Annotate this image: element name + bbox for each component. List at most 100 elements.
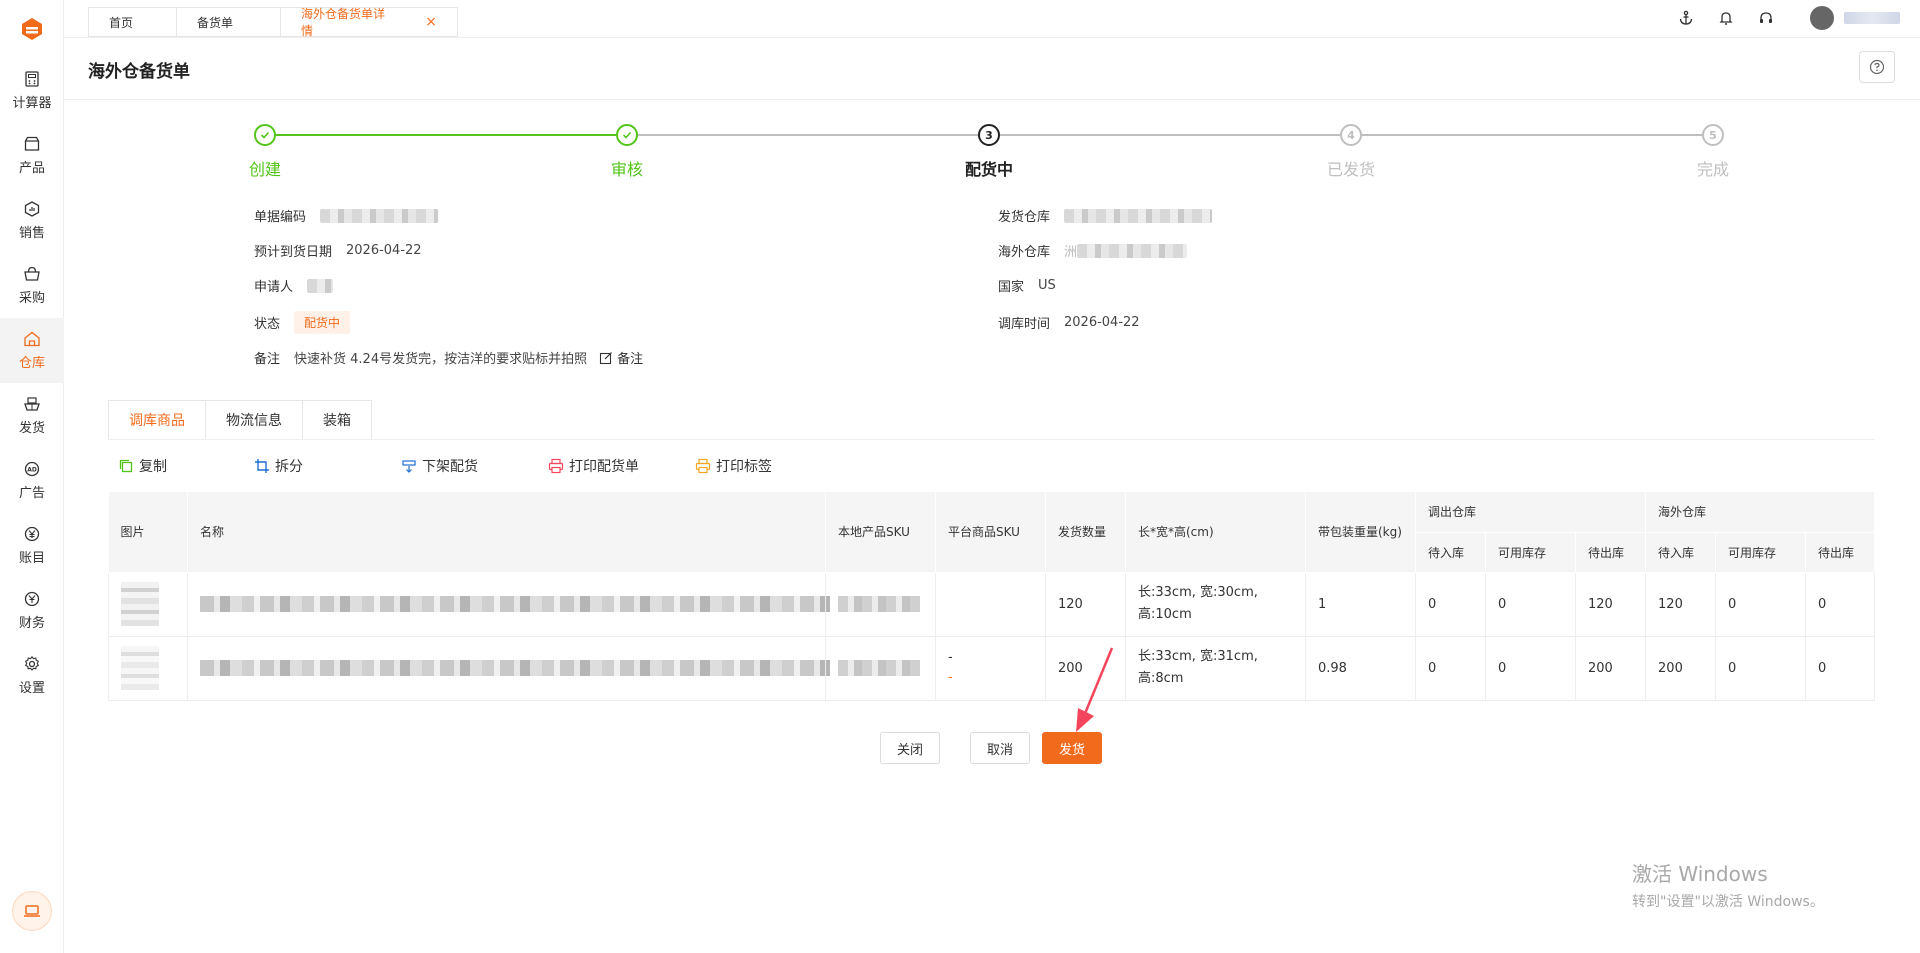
device-button[interactable] bbox=[12, 891, 52, 931]
info-country: 国家 US bbox=[998, 276, 1056, 295]
cell-weight: 1 bbox=[1305, 572, 1416, 637]
step-label-review: 审核 bbox=[610, 160, 643, 179]
step-connector bbox=[276, 134, 616, 136]
watermark-title: 激活 Windows bbox=[1632, 862, 1768, 886]
print-label-button[interactable]: 打印标签 bbox=[695, 456, 772, 476]
sidebar-item-5[interactable]: 发货 bbox=[0, 383, 64, 448]
step-connector bbox=[1000, 134, 1340, 136]
top-actions bbox=[1656, 6, 1900, 30]
step-5-number: 5 bbox=[1702, 124, 1724, 146]
logo-icon bbox=[22, 18, 42, 40]
info-label: 单据编码 bbox=[254, 210, 307, 225]
platform-sku-value: - bbox=[948, 650, 953, 665]
dims-line: 长:33cm, 宽:30cm, bbox=[1138, 585, 1258, 600]
overseas-warehouse-redacted bbox=[1077, 243, 1188, 258]
sidebar-item-3[interactable]: 采购 bbox=[0, 253, 64, 318]
edit-remark-label: 备注 bbox=[617, 352, 644, 367]
sidebar-item-label: 账目 bbox=[18, 551, 45, 566]
unshelve-allocate-label: 下架配货 bbox=[422, 459, 478, 475]
progress-steps: 3 4 5 创建 审核 配货中 已发货 完成 bbox=[249, 122, 1729, 182]
col-platform-sku: 平台商品SKU bbox=[935, 492, 1046, 573]
product-thumbnail[interactable] bbox=[121, 582, 159, 626]
col-name: 名称 bbox=[187, 492, 826, 573]
sidebar-item-2[interactable]: 销售 bbox=[0, 188, 64, 253]
info-label: 备注 bbox=[254, 352, 281, 367]
sidebar-item-label: 发货 bbox=[18, 421, 45, 436]
dims-line: 高:10cm bbox=[1138, 607, 1192, 622]
print-allocation-label: 打印配货单 bbox=[569, 459, 639, 475]
printer-icon bbox=[695, 458, 711, 474]
col-group-overseas: 海外仓库 bbox=[1645, 492, 1876, 533]
local-sku-redacted bbox=[838, 596, 920, 612]
cell-src-pending-in: 0 bbox=[1415, 636, 1486, 701]
tab-overseas-order-detail[interactable]: 海外仓备货单详情 × bbox=[280, 7, 458, 38]
ship-button[interactable]: 发货 bbox=[1042, 732, 1102, 764]
bell-icon[interactable] bbox=[1716, 8, 1736, 28]
logo[interactable] bbox=[0, 0, 64, 58]
info-source-warehouse: 发货仓库 bbox=[998, 206, 1213, 225]
box-icon bbox=[24, 136, 40, 151]
cell-qty: 120 bbox=[1045, 572, 1126, 637]
col-qty: 发货数量 bbox=[1045, 492, 1126, 573]
table-row[interactable]: - - 200 长:33cm, 宽:31cm, 高:8cm 0.98 0 0 2… bbox=[108, 636, 1876, 701]
sidebar-item-7[interactable]: 账目 bbox=[0, 513, 64, 578]
close-button[interactable]: 关闭 bbox=[880, 732, 940, 764]
watermark-subtitle: 转到"设置"以激活 Windows。 bbox=[1632, 894, 1824, 910]
tab-home[interactable]: 首页 bbox=[88, 7, 176, 37]
items-table: 图片 名称 本地产品SKU 平台商品SKU 发货数量 长*宽*高(cm) 带包装… bbox=[108, 492, 1876, 701]
tab-stock-order[interactable]: 备货单 bbox=[176, 7, 280, 37]
close-icon[interactable]: × bbox=[425, 14, 437, 30]
tab-packing[interactable]: 装箱 bbox=[302, 400, 372, 440]
help-button[interactable] bbox=[1859, 51, 1895, 83]
info-label: 预计到货日期 bbox=[254, 245, 333, 260]
cell-wh-pending-out: 0 bbox=[1805, 636, 1876, 701]
cell-src-available: 0 bbox=[1485, 572, 1576, 637]
step-3-number: 3 bbox=[978, 124, 1000, 146]
sidebar-item-6[interactable]: AD 广告 bbox=[0, 448, 64, 513]
tab-logistics[interactable]: 物流信息 bbox=[205, 400, 302, 440]
sidebar-item-1[interactable]: 产品 bbox=[0, 123, 64, 188]
col-weight: 带包装重量(kg) bbox=[1305, 492, 1416, 573]
headset-icon[interactable] bbox=[1756, 8, 1776, 28]
table-row[interactable]: 120 长:33cm, 宽:30cm, 高:10cm 1 0 0 120 120… bbox=[108, 572, 1876, 637]
source-warehouse-redacted bbox=[1064, 208, 1213, 223]
cell-name bbox=[187, 636, 830, 701]
cell-dims: 长:33cm, 宽:31cm, 高:8cm bbox=[1125, 636, 1306, 701]
info-applicant: 申请人 bbox=[254, 276, 334, 295]
warehouse-icon bbox=[24, 331, 40, 347]
sidebar-item-0[interactable]: 计算器 bbox=[0, 58, 64, 123]
ship-icon bbox=[24, 397, 40, 411]
local-sku-redacted bbox=[838, 660, 920, 676]
copy-button[interactable]: 复制 bbox=[118, 456, 254, 476]
sidebar-item-9[interactable]: 设置 bbox=[0, 643, 64, 708]
edit-remark-button[interactable]: 备注 bbox=[599, 348, 643, 367]
step-connector bbox=[638, 134, 978, 136]
cancel-button[interactable]: 取消 bbox=[970, 732, 1030, 764]
sidebar-item-8[interactable]: 财务 bbox=[0, 578, 64, 643]
print-allocation-button[interactable]: 打印配货单 bbox=[548, 456, 695, 476]
product-thumbnail[interactable] bbox=[121, 646, 159, 690]
split-button[interactable]: 拆分 bbox=[254, 456, 401, 476]
col-src-pending-out: 待出库 bbox=[1575, 532, 1647, 573]
info-label: 状态 bbox=[254, 317, 281, 332]
help-icon bbox=[1869, 59, 1885, 75]
yen-icon bbox=[24, 526, 40, 542]
tabs-divider bbox=[108, 439, 1875, 440]
avatar[interactable] bbox=[1810, 6, 1834, 30]
toolbar: 复制 拆分 下架配货 打印配货单 打印标签 bbox=[118, 456, 772, 476]
sidebar-item-label: 仓库 bbox=[18, 356, 45, 371]
cell-image bbox=[108, 572, 188, 637]
tab-label: 首页 bbox=[109, 15, 134, 30]
shelf-icon bbox=[402, 460, 416, 473]
anchor-icon[interactable] bbox=[1676, 8, 1696, 28]
col-group-source: 调出仓库 bbox=[1415, 492, 1647, 533]
info-overseas-warehouse: 海外仓库 洲 bbox=[998, 241, 1188, 260]
sidebar-item-4[interactable]: 仓库 bbox=[0, 318, 64, 383]
cell-src-pending-in: 0 bbox=[1415, 572, 1486, 637]
info-remark: 备注 快速补货 4.24号发货完，按洁洋的要求贴标并拍照 备注 bbox=[254, 348, 643, 367]
unshelve-allocate-button[interactable]: 下架配货 bbox=[401, 456, 548, 476]
col-dims: 长*宽*高(cm) bbox=[1125, 492, 1306, 573]
sidebar: 计算器 产品 销售 采购仓库发货 AD 广告账目财务 设置 bbox=[0, 0, 64, 953]
tab-transfer-items[interactable]: 调库商品 bbox=[108, 400, 205, 440]
ad-icon: AD bbox=[24, 461, 40, 477]
